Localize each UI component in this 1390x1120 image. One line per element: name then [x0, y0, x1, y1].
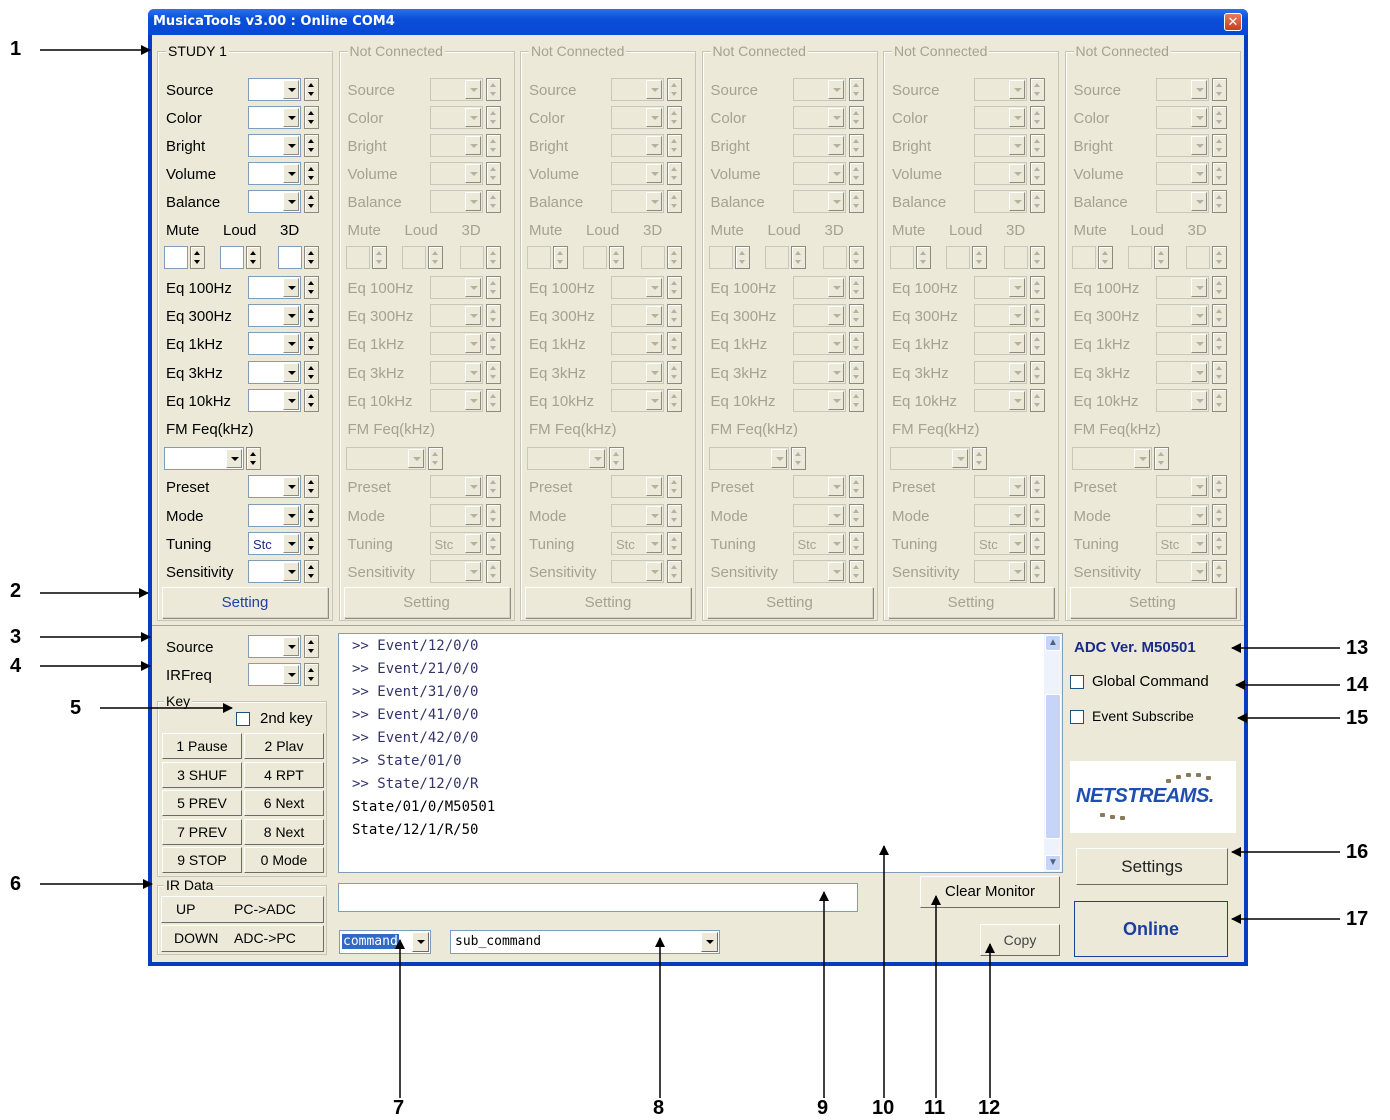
callout-16: 16 [1346, 841, 1369, 863]
callout-10: 10 [872, 1097, 895, 1119]
callout-4: 4 [10, 655, 22, 677]
callout-1: 1 [10, 38, 22, 60]
callout-9: 9 [817, 1097, 829, 1119]
callout-5: 5 [70, 697, 82, 719]
callout-6: 6 [10, 873, 22, 895]
callout-13: 13 [1346, 637, 1369, 659]
callout-12: 12 [978, 1097, 1001, 1119]
callout-7: 7 [393, 1097, 405, 1119]
callout-arrows [40, 45, 1340, 1098]
callout-8: 8 [653, 1097, 665, 1119]
callout-17: 17 [1346, 908, 1369, 930]
callout-2: 2 [10, 580, 22, 602]
callout-3: 3 [10, 626, 22, 648]
callout-14: 14 [1346, 674, 1369, 696]
callout-11: 11 [924, 1097, 946, 1119]
callout-15: 15 [1346, 707, 1369, 729]
